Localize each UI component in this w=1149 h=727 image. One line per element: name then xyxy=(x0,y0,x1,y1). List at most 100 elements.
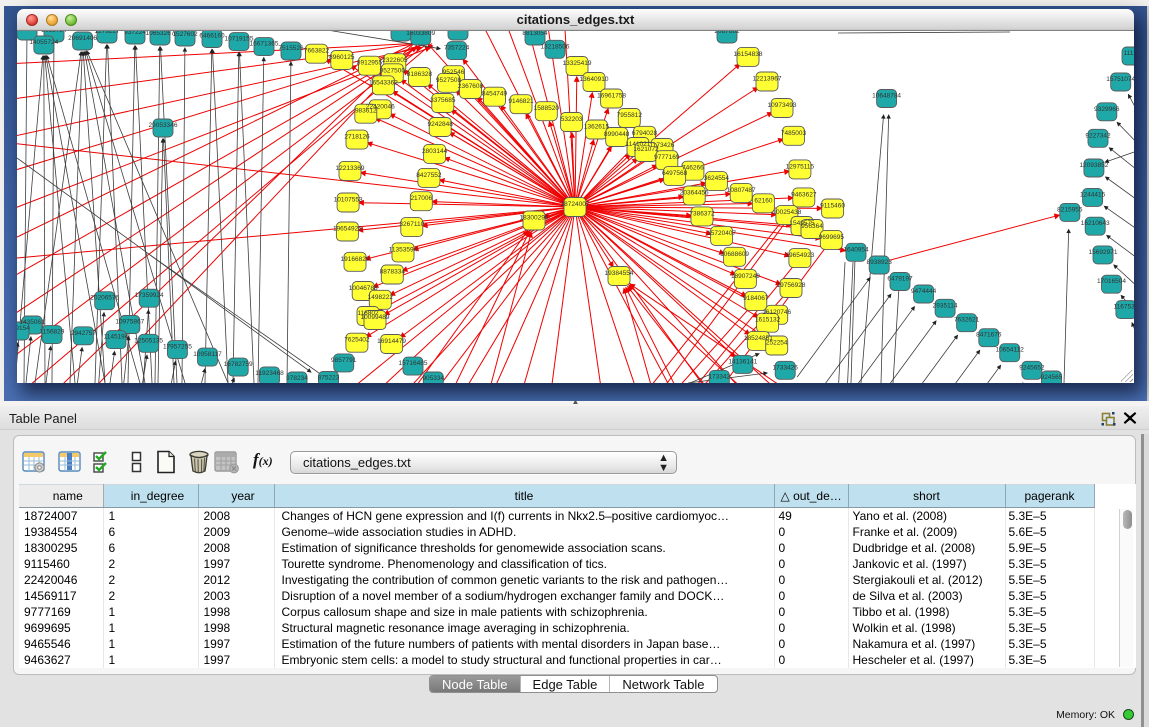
svg-text:1279227: 1279227 xyxy=(94,31,120,35)
svg-text:217006: 217006 xyxy=(410,195,432,202)
svg-text:956364: 956364 xyxy=(801,223,823,230)
svg-text:7485003: 7485003 xyxy=(781,130,807,137)
svg-text:1145194: 1145194 xyxy=(104,334,129,341)
svg-text:2718126: 2718126 xyxy=(344,134,370,141)
svg-text:9245652: 9245652 xyxy=(1019,364,1045,371)
svg-text:16782759: 16782759 xyxy=(224,361,253,368)
svg-text:8813054: 8813054 xyxy=(445,31,471,32)
svg-text:12093852: 12093852 xyxy=(1079,162,1108,169)
svg-text:11923468: 11923468 xyxy=(255,370,284,377)
svg-text:19654925: 19654925 xyxy=(333,226,362,233)
svg-text:7625402: 7625402 xyxy=(344,337,370,344)
svg-text:7386372: 7386372 xyxy=(689,210,715,217)
svg-text:10958117: 10958117 xyxy=(193,351,222,358)
svg-text:8471676: 8471676 xyxy=(976,332,1002,339)
svg-text:17016504: 17016504 xyxy=(1097,278,1126,285)
svg-text:952546: 952546 xyxy=(443,69,465,76)
svg-text:875223: 875223 xyxy=(318,375,340,382)
svg-text:9474444: 9474444 xyxy=(911,288,937,295)
svg-text:8454749: 8454749 xyxy=(482,91,508,98)
svg-text:2055724: 2055724 xyxy=(41,31,67,34)
svg-text:8427552: 8427552 xyxy=(416,172,442,179)
svg-text:8912955: 8912955 xyxy=(357,60,383,67)
svg-text:16210643: 16210643 xyxy=(1081,220,1110,227)
svg-text:1640954: 1640954 xyxy=(843,246,869,253)
svg-text:3624554: 3624554 xyxy=(704,175,730,182)
svg-text:16671365: 16671365 xyxy=(250,41,279,48)
svg-text:532203: 532203 xyxy=(561,116,583,123)
svg-text:10648784: 10648784 xyxy=(872,93,901,100)
svg-text:12213967: 12213967 xyxy=(753,76,782,83)
svg-text:978234: 978234 xyxy=(286,375,308,382)
svg-text:1615132: 1615132 xyxy=(755,317,781,324)
svg-text:939154: 939154 xyxy=(17,325,30,332)
svg-text:2803144: 2803144 xyxy=(422,148,448,155)
svg-text:14055724: 14055724 xyxy=(29,39,58,46)
svg-text:10975867: 10975867 xyxy=(115,319,144,326)
svg-text:173342: 173342 xyxy=(708,373,730,380)
svg-text:10046788: 10046788 xyxy=(349,285,378,292)
svg-text:1244415: 1244415 xyxy=(1080,191,1106,198)
svg-text:15720407: 15720407 xyxy=(707,230,736,237)
svg-text:8938923: 8938923 xyxy=(867,259,893,266)
svg-text:19384554: 19384554 xyxy=(605,270,634,277)
svg-text:2367608: 2367608 xyxy=(458,83,484,90)
svg-text:62160: 62160 xyxy=(754,197,772,204)
svg-text:20364456: 20364456 xyxy=(680,190,709,197)
svg-text:20691406: 20691406 xyxy=(68,35,97,42)
svg-text:10025438: 10025438 xyxy=(772,209,801,216)
svg-text:7632621: 7632621 xyxy=(954,317,980,324)
svg-text:18724007: 18724007 xyxy=(561,201,590,208)
svg-text:9227342: 9227342 xyxy=(1085,132,1111,139)
svg-text:9527500: 9527500 xyxy=(380,67,406,74)
svg-text:15751074: 15751074 xyxy=(1106,76,1134,83)
svg-text:16120746: 16120746 xyxy=(762,309,791,316)
svg-text:7515526: 7515526 xyxy=(278,45,304,52)
svg-text:8186328: 8186328 xyxy=(407,71,433,78)
svg-text:9242848: 9242848 xyxy=(428,121,454,128)
svg-text:2322605: 2322605 xyxy=(382,57,408,64)
svg-text:16543362: 16543362 xyxy=(369,79,398,86)
svg-text:12213369: 12213369 xyxy=(336,165,365,172)
svg-text:252254: 252254 xyxy=(766,340,788,347)
svg-text:10099489: 10099489 xyxy=(361,314,390,321)
svg-text:6479197: 6479197 xyxy=(887,276,913,283)
svg-text:17957255: 17957255 xyxy=(163,344,192,351)
svg-text:1498222: 1498222 xyxy=(368,294,394,301)
svg-text:9115460: 9115460 xyxy=(820,203,845,210)
svg-text:17359924: 17359924 xyxy=(135,292,164,299)
svg-text:11353594: 11353594 xyxy=(389,246,418,253)
svg-text:16914479: 16914479 xyxy=(377,338,406,345)
svg-text:1621072: 1621072 xyxy=(633,146,659,153)
svg-text:13218506: 13218506 xyxy=(541,43,570,50)
svg-text:10107553: 10107553 xyxy=(334,197,363,204)
svg-text:19654923: 19654923 xyxy=(785,252,814,259)
svg-text:905334: 905334 xyxy=(422,375,444,382)
svg-text:16961758: 16961758 xyxy=(597,93,626,100)
svg-text:19756928: 19756928 xyxy=(777,282,806,289)
svg-text:10973493: 10973493 xyxy=(768,102,797,109)
svg-text:10807487: 10807487 xyxy=(727,187,756,194)
svg-text:12975115: 12975115 xyxy=(786,163,815,170)
svg-text:18300295: 18300295 xyxy=(520,215,549,222)
svg-text:8215955: 8215955 xyxy=(1057,206,1083,213)
svg-text:11121: 11121 xyxy=(1123,50,1134,57)
svg-text:2942757: 2942757 xyxy=(71,330,97,337)
svg-text:1167533: 1167533 xyxy=(1113,304,1134,311)
svg-text:16033809: 16033809 xyxy=(406,31,435,37)
svg-text:3267110: 3267110 xyxy=(399,221,424,228)
svg-text:14136141: 14136141 xyxy=(728,358,757,365)
svg-text:8878334: 8878334 xyxy=(380,269,406,276)
svg-text:16619529: 16619529 xyxy=(17,31,42,32)
svg-text:15692971: 15692971 xyxy=(1089,249,1118,256)
svg-text:9857791: 9857791 xyxy=(331,357,357,364)
svg-text:13325419: 13325419 xyxy=(563,60,592,67)
svg-text:20206576: 20206576 xyxy=(90,295,119,302)
svg-text:10653267: 10653267 xyxy=(146,31,175,37)
svg-text:1527602: 1527602 xyxy=(172,31,198,38)
svg-text:9329966: 9329966 xyxy=(1094,106,1120,113)
svg-text:10654112: 10654112 xyxy=(995,347,1024,354)
svg-text:3375685: 3375685 xyxy=(430,97,456,104)
svg-text:937224: 937224 xyxy=(124,31,146,36)
svg-text:1588520: 1588520 xyxy=(534,105,560,112)
